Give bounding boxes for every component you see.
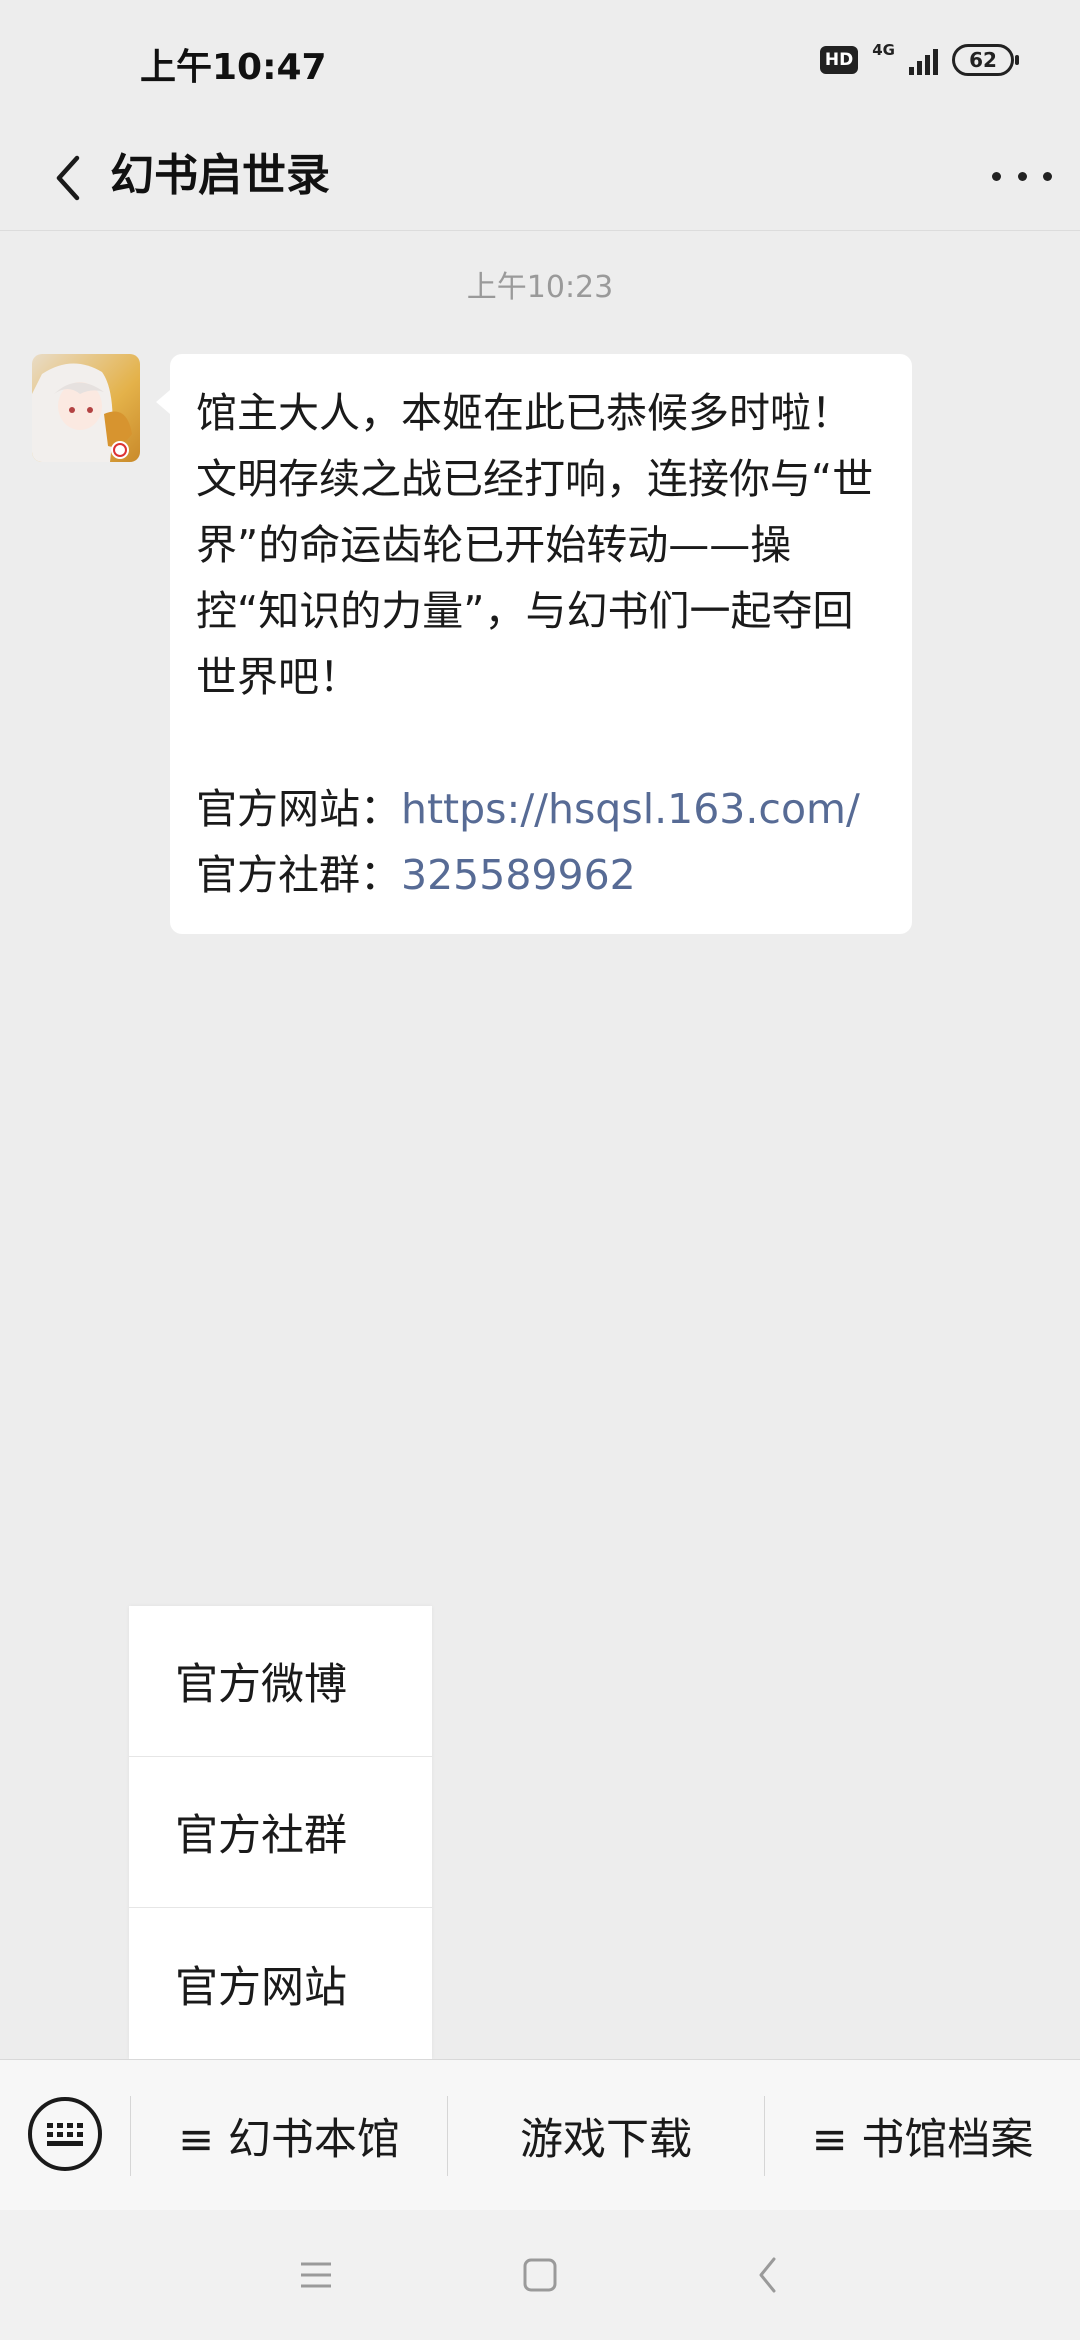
status-icons: HD 4G 62 (819, 40, 1019, 78)
website-label: 官方网站： (196, 785, 401, 833)
signal-icon (909, 45, 938, 75)
avatar-image (32, 354, 140, 462)
home-button[interactable] (520, 2255, 560, 2295)
chat-title: 幻书启世录 (110, 150, 330, 201)
submenu-item-weibo[interactable]: 官方微博 (129, 1606, 432, 1757)
system-back-button[interactable] (748, 2255, 788, 2295)
back-button[interactable] (30, 140, 106, 216)
more-dot (1017, 171, 1027, 181)
website-link[interactable]: https://hsqsl.163.com/ (401, 785, 860, 833)
community-label: 官方社群： (196, 851, 401, 899)
submenu-popup: 官方微博 官方社群 官方网站 (129, 1606, 432, 2059)
status-bar: 上午10:47 HD 4G 62 (0, 0, 1080, 125)
chevron-left-icon (56, 155, 80, 201)
message-timestamp: 上午10:23 (466, 270, 614, 305)
more-dot (992, 171, 1001, 181)
custom-menu-bar: ≡ 幻书本馆 游戏下载 ≡ 书馆档案 (0, 2059, 1080, 2211)
recent-apps-button[interactable] (296, 2255, 336, 2295)
menu-item-archive[interactable]: ≡ 书馆档案 (765, 2060, 1080, 2211)
submenu-item-website[interactable]: 官方网站 (129, 1908, 432, 2059)
submenu-item-community[interactable]: 官方社群 (129, 1757, 432, 1908)
system-navigation-bar (0, 2210, 1080, 2340)
community-id-link[interactable]: 325589962 (401, 851, 636, 899)
network-label: 4G (872, 40, 895, 59)
keyboard-icon (47, 2122, 83, 2146)
hd-badge: HD (819, 46, 859, 74)
more-options-button[interactable] (992, 145, 1052, 207)
more-dot (1043, 171, 1052, 181)
menu-item-download[interactable]: 游戏下载 (448, 2060, 764, 2211)
message-text: 馆主大人，本姬在此已恭候多时啦！文明存续之战已经打响，连接你与“世界”的命运齿轮… (196, 389, 874, 701)
website-line: 官方网站：https://hsqsl.163.com/ (196, 776, 888, 842)
avatar[interactable] (32, 354, 140, 462)
message-bubble[interactable]: 馆主大人，本姬在此已恭候多时啦！文明存续之战已经打响，连接你与“世界”的命运齿轮… (156, 354, 912, 934)
battery-icon: 62 (952, 44, 1019, 76)
community-line: 官方社群：325589962 (196, 842, 888, 908)
battery-level: 62 (969, 48, 997, 72)
menu-item-library[interactable]: ≡ 幻书本馆 (131, 2060, 447, 2211)
status-time: 上午10:47 (140, 47, 327, 88)
keyboard-toggle-button[interactable] (28, 2097, 102, 2171)
menu-lines-icon (301, 2262, 331, 2288)
chat-header: 幻书启世录 (0, 125, 1080, 231)
square-icon (523, 2258, 557, 2292)
chevron-left-icon (759, 2257, 776, 2293)
